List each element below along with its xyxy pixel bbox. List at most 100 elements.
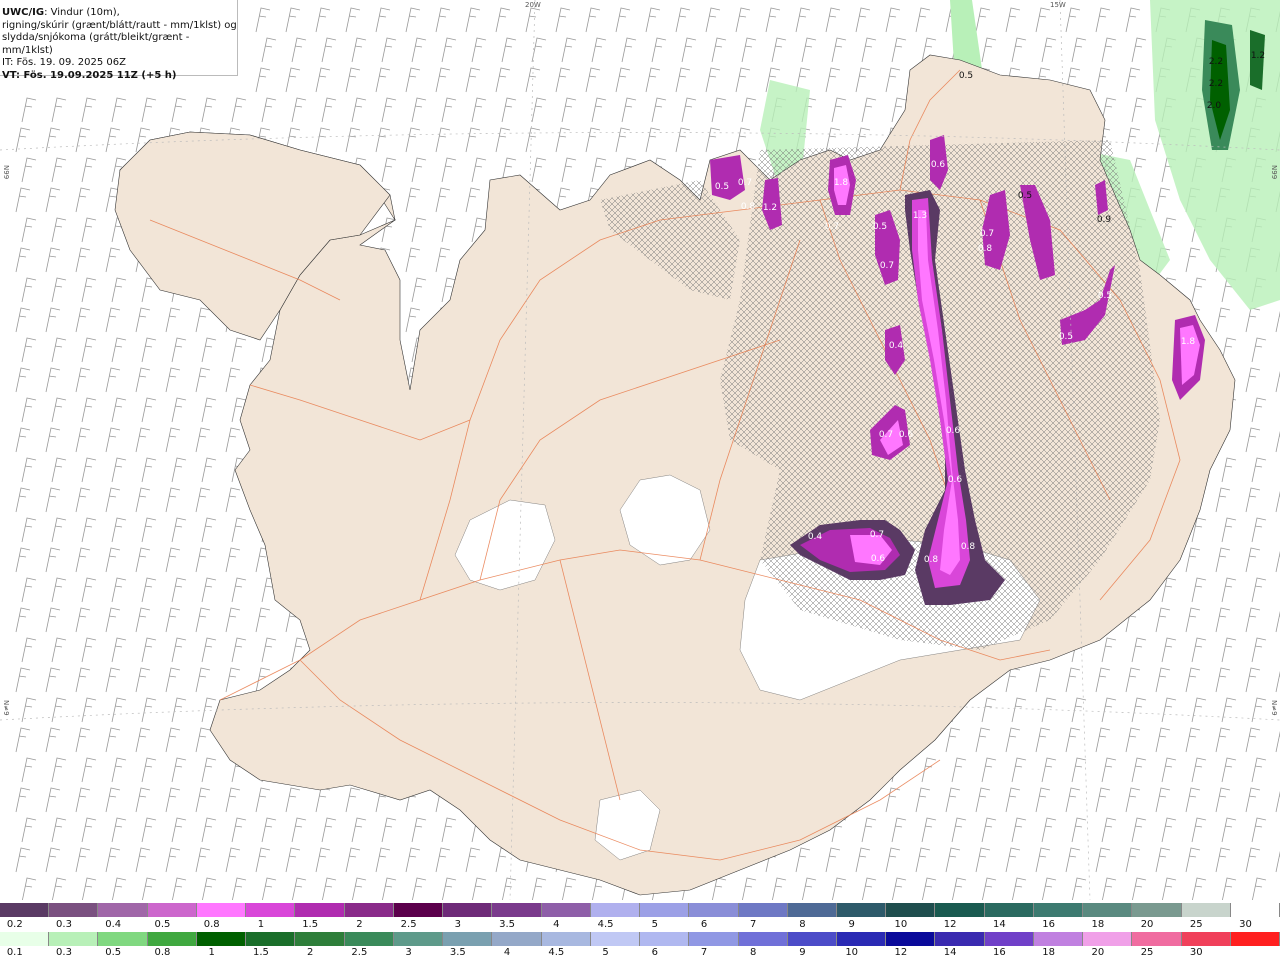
legend-swatch	[295, 903, 345, 917]
legend-label: 7	[750, 919, 757, 930]
precip-value-label: 2.0	[1207, 101, 1222, 111]
weather-map: 0.5 0.7 0.8 1.2 1.8 0.5 0.7 1.3 0.5 0.7 0.6 0.8 0.9 0…	[0, 0, 1280, 900]
legend-swatch	[1033, 932, 1084, 946]
legend-swatch	[1230, 932, 1280, 946]
title-line-3: slydda/snjókoma (grátt/bleikt/grænt - mm…	[2, 32, 190, 56]
legend-label: 3	[405, 947, 412, 958]
precip-value-label: 0.4	[889, 341, 904, 351]
legend-swatch	[1181, 932, 1231, 946]
legend-label: 8	[799, 919, 806, 930]
legend-swatch	[836, 903, 887, 917]
legend-label: 3.5	[449, 947, 466, 958]
legend-label: 0.8	[203, 919, 220, 930]
coord-label-left-lower: N≠9	[2, 700, 10, 716]
legend-swatch	[295, 932, 345, 946]
precip-value-label: 0.9	[1097, 215, 1112, 225]
legend-label: 0.1	[6, 947, 23, 958]
legend-label: 18	[1091, 919, 1105, 930]
legend-swatch	[246, 932, 296, 946]
rain-legend-labels: 0.1 0.3 0.5 0.8 1 1.5 2 2.5 3 3.5 4 4.5 5 6 7 8 9 10 12 14 1…	[0, 947, 1280, 959]
valid-time: VT: Fös. 19.09.2025 11Z (+5 h)	[2, 69, 177, 81]
legend-swatch	[541, 903, 591, 917]
legend-label: 4	[503, 947, 511, 958]
legend-label: 0.5	[154, 919, 171, 930]
precip-value-label: 1.3	[913, 211, 927, 221]
legend-label: 25	[1189, 919, 1203, 930]
legend-label: 2.5	[400, 919, 417, 930]
precip-value-label: 0.7	[879, 430, 893, 440]
legend-label: 7	[700, 947, 708, 958]
precip-value-label: 0.6	[931, 160, 946, 170]
legend-swatch	[984, 932, 1034, 946]
legend-swatch	[98, 932, 148, 946]
precip-value-label: 0.8	[978, 244, 993, 254]
legend-swatch	[443, 932, 493, 946]
legend-label: 1	[208, 947, 215, 958]
precip-value-label: 0.8	[924, 555, 939, 565]
precip-value-label: 0.7	[825, 222, 839, 232]
legend-label: 10	[894, 919, 908, 930]
legend-label: 14	[943, 947, 957, 958]
legend-label: 0.2	[6, 919, 23, 930]
legend-swatch	[98, 903, 148, 917]
legend-swatch	[787, 903, 837, 917]
legend-label: 1.5	[252, 947, 269, 958]
legend-label: 1	[257, 919, 265, 930]
legend-swatch	[1132, 932, 1182, 946]
product-code: UWC/IG	[2, 7, 45, 18]
legend-label: 5	[651, 919, 658, 930]
precip-value-label: 0.7	[880, 261, 894, 271]
precip-value-label: 0.7	[980, 229, 994, 239]
legend-swatch	[1083, 932, 1133, 946]
legend-swatch	[492, 903, 542, 917]
legend-swatch	[147, 932, 197, 946]
legend-label: 20	[1091, 947, 1105, 958]
legend-swatch	[886, 903, 936, 917]
legend-label: 14	[993, 919, 1006, 930]
legend-swatch	[738, 903, 788, 917]
legend-label: 30	[1189, 947, 1203, 958]
legend-label: 30	[1239, 919, 1252, 930]
legend-label: 5	[602, 947, 609, 958]
legend-swatch	[246, 903, 296, 917]
precip-value-label: 0.7	[738, 178, 752, 188]
precip-value-label: 0.7	[870, 530, 884, 540]
precip-value-label: 0.5	[1018, 191, 1032, 201]
precip-value-label: 1.8	[834, 178, 849, 188]
precip-value-label: 0.5	[873, 222, 887, 232]
legend-label: 2	[356, 919, 363, 930]
legend-label: 0.3	[56, 947, 72, 958]
coord-label-left-upper: N99	[2, 165, 10, 180]
legend-swatch	[886, 932, 936, 946]
coord-label-right-lower: N≠9	[1270, 700, 1278, 716]
legend-swatch	[1181, 903, 1231, 917]
precip-value-label: 1.2	[763, 203, 777, 213]
precip-value-label: 0.6	[899, 430, 914, 440]
snow-legend-labels: 0.2 0.3 0.4 0.5 0.8 1 1.5 2 2.5 3 3.5 4 4.5 5 6 7 8 9 10 12…	[0, 919, 1280, 931]
legend-swatch	[1132, 903, 1182, 917]
legend-swatch	[1083, 903, 1133, 917]
legend-label: 20	[1140, 919, 1154, 930]
legend-label: 9	[799, 947, 806, 958]
legend-label: 4.5	[597, 919, 614, 930]
title-line-2: rigning/skúrir (grænt/blátt/rautt - mm/1…	[2, 19, 237, 31]
legend-swatch	[147, 903, 197, 917]
legend-swatch	[836, 932, 887, 946]
coord-label-15w: 15W	[1050, 1, 1066, 9]
precip-value-label: 0.6	[948, 475, 963, 485]
precip-value-label: 0.5	[1059, 332, 1073, 342]
legend-swatch	[590, 932, 641, 946]
legend-swatch	[196, 932, 247, 946]
legend-swatch	[541, 932, 591, 946]
legend-label: 3.5	[499, 919, 516, 930]
precip-value-label: 1.2	[1251, 51, 1265, 61]
legend-swatch	[689, 903, 739, 917]
legend-swatch	[443, 903, 493, 917]
legend-label: 6	[700, 919, 708, 930]
precip-value-label: 0.6	[946, 426, 961, 436]
legend-swatch	[344, 932, 394, 946]
legend-swatch	[0, 903, 50, 917]
legend-swatch	[393, 903, 444, 917]
legend-label: 0.5	[105, 947, 122, 958]
legend-label: 0.4	[105, 919, 122, 930]
